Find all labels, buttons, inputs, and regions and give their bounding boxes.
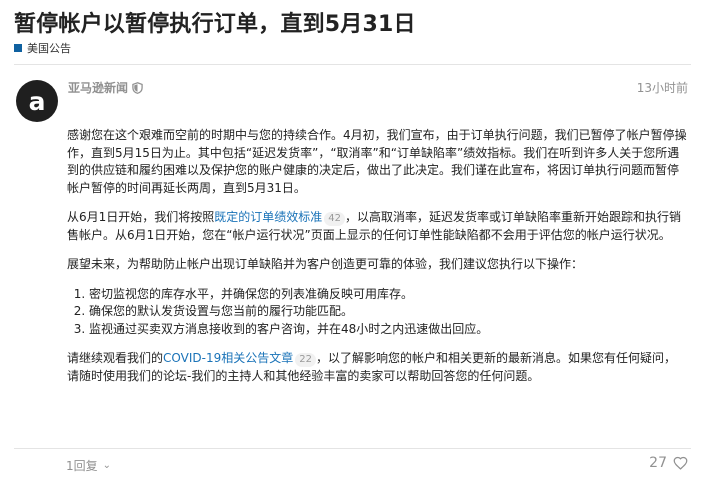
header-divider	[14, 64, 691, 65]
link-click-count: 42	[324, 212, 346, 226]
post-body: 感谢您在这个艰难而空前的时期中与您的持续合作。4月初，我们宣布，由于订单执行问题…	[67, 127, 687, 397]
post-timestamp[interactable]: 13小时前	[637, 79, 688, 96]
recommendation-list: 密切监视您的库存水平，并确保您的列表准确反映可用库存。 确保您的默认发货设置与您…	[89, 286, 687, 339]
author-name: 亚马逊新闻	[68, 81, 129, 95]
post-author[interactable]: 亚马逊新闻	[68, 79, 143, 96]
heart-icon	[673, 456, 688, 470]
paragraph-text: 请继续观看我们的	[67, 351, 164, 365]
order-performance-link[interactable]: 既定的订单绩效标准	[214, 210, 322, 224]
paragraph-text: 从6月1日开始，我们将按照	[67, 210, 215, 224]
post-paragraph-4: 请继续观看我们的COVID-19相关公告文章 22 ，以了解影响您的帐户和相关更新的…	[67, 350, 687, 385]
avatar[interactable]: a	[16, 80, 58, 122]
reply-count: 1回复	[66, 459, 98, 473]
category-badge[interactable]: 美国公告	[14, 40, 71, 56]
post-paragraph-1: 感谢您在这个艰难而空前的时期中与您的持续合作。4月初，我们宣布，由于订单执行问题…	[67, 128, 687, 195]
link-click-count: 22	[295, 353, 316, 367]
list-item: 监视通过买卖双方消息接收到的客户咨询，并在48小时之内迅速做出回应。	[89, 321, 687, 339]
list-item: 确保您的默认发货设置与您当前的履行功能匹配。	[89, 303, 687, 321]
like-button[interactable]: 27	[649, 455, 688, 471]
shield-icon	[132, 81, 143, 94]
like-count: 27	[649, 455, 667, 471]
post-paragraph-3: 展望未来，为帮助防止帐户出现订单缺陷并为客户创造更可靠的体验，我们建议您执行以下…	[67, 257, 584, 271]
category-label: 美国公告	[27, 42, 71, 55]
list-item: 密切监视您的库存水平，并确保您的列表准确反映可用库存。	[89, 286, 687, 304]
category-color-square	[14, 44, 22, 52]
page-title: 暂停帐户以暂停执行订单，直到5月31日	[14, 12, 416, 37]
replies-toggle-button[interactable]: 1回复 ⌄	[66, 457, 111, 474]
chevron-down-icon: ⌄	[102, 460, 112, 471]
post-paragraph-2: 从6月1日开始，我们将按照既定的订单绩效标准 42 ，以高取消率，延迟发货率或订单缺…	[67, 209, 687, 244]
covid-announcements-link[interactable]: COVID-19相关公告文章	[163, 351, 293, 365]
footer-divider	[14, 448, 691, 449]
